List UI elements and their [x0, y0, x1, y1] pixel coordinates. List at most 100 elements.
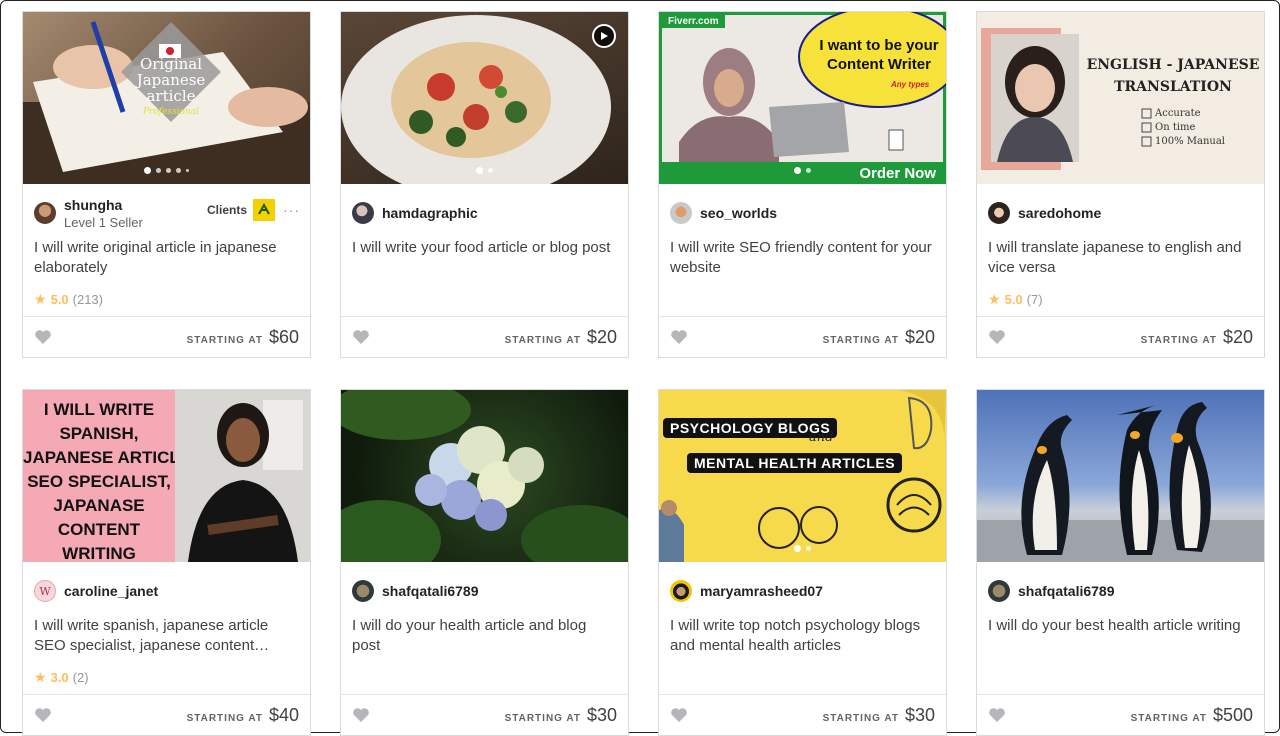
price[interactable]: STARTING AT $30 — [505, 705, 617, 726]
card-footer: STARTING AT $30 — [341, 694, 628, 735]
price[interactable]: STARTING AT $30 — [823, 705, 935, 726]
starting-at-label: STARTING AT — [1140, 334, 1217, 346]
seller-info: shafqatali6789 — [988, 573, 1254, 609]
clients-label: Clients — [206, 203, 247, 217]
seller-name[interactable]: shafqatali6789 — [1018, 583, 1115, 599]
gig-card[interactable]: I WILL WRITE SPANISH, JAPANESE ARTICLE S… — [22, 389, 311, 736]
carousel-dots[interactable] — [341, 167, 628, 174]
gig-card[interactable]: hamdagraphic I will write your food arti… — [340, 11, 629, 358]
seller-info: shungha Level 1 Seller Clients ··· — [34, 195, 300, 231]
heart-icon[interactable] — [988, 329, 1006, 345]
avatar[interactable] — [670, 580, 692, 602]
seller-info: shafqatali6789 — [352, 573, 618, 609]
thumb-line: I WILL WRITE — [43, 400, 155, 419]
seller-name[interactable]: hamdagraphic — [382, 205, 478, 221]
avatar[interactable] — [988, 202, 1010, 224]
card-footer: STARTING AT $20 — [341, 316, 628, 357]
heart-icon[interactable] — [670, 329, 688, 345]
gig-thumbnail[interactable] — [977, 390, 1264, 562]
heart-icon[interactable] — [988, 707, 1006, 723]
gig-title[interactable]: I will do your health article and blog p… — [352, 616, 618, 656]
rating-count: (213) — [72, 292, 103, 307]
gig-card[interactable]: shafqatali6789 I will do your health art… — [340, 389, 629, 736]
thumb-line: SEO SPECIALIST, — [27, 472, 171, 491]
price-value: $30 — [586, 704, 617, 725]
starting-at-label: STARTING AT — [822, 712, 899, 724]
price-value: $20 — [1222, 326, 1253, 347]
avatar[interactable] — [670, 202, 692, 224]
gig-title[interactable]: I will write top notch psychology blogs … — [670, 616, 936, 656]
gig-thumbnail[interactable]: ENGLISH - JAPANESE TRANSLATION Accurate … — [977, 12, 1264, 184]
carousel-dots[interactable] — [23, 167, 310, 174]
more-options-icon[interactable]: ··· — [283, 202, 300, 218]
price-value: $40 — [268, 704, 299, 725]
price[interactable]: STARTING AT $20 — [823, 327, 935, 348]
gig-thumbnail[interactable]: Original Japanese article Professional — [23, 12, 310, 184]
gig-title[interactable]: I will write SEO friendly content for yo… — [670, 238, 936, 278]
avatar[interactable] — [352, 580, 374, 602]
gig-card[interactable]: ENGLISH - JAPANESE TRANSLATION Accurate … — [976, 11, 1265, 358]
gig-title[interactable]: I will write your food article or blog p… — [352, 238, 618, 258]
gig-grid: Original Japanese article Professional s… — [22, 11, 1265, 736]
heart-icon[interactable] — [34, 707, 52, 723]
avatar[interactable] — [34, 202, 56, 224]
gig-thumbnail[interactable] — [341, 390, 628, 562]
heart-icon[interactable] — [670, 707, 688, 723]
gig-card[interactable]: Original Japanese article Professional s… — [22, 11, 311, 358]
starting-at-label: STARTING AT — [1130, 712, 1207, 724]
gig-thumbnail[interactable]: PSYCHOLOGY BLOGS and MENTAL HEALTH ARTIC… — [659, 390, 946, 562]
heart-icon[interactable] — [352, 329, 370, 345]
thumb-line: JAPANASE — [53, 496, 145, 515]
gig-title[interactable]: I will do your best health article writi… — [988, 616, 1254, 636]
seller-info: W caroline_janet — [34, 573, 300, 609]
heart-icon[interactable] — [352, 707, 370, 723]
price[interactable]: STARTING AT $60 — [187, 327, 299, 348]
play-video-icon[interactable] — [592, 24, 616, 48]
seller-name[interactable]: caroline_janet — [64, 583, 158, 599]
thumb-badge: Professional — [142, 107, 199, 117]
gig-thumbnail[interactable]: I WILL WRITE SPANISH, JAPANESE ARTICLE S… — [23, 390, 310, 562]
carousel-dots[interactable] — [659, 167, 946, 174]
star-icon: ★ — [988, 291, 1001, 307]
seller-name[interactable]: saredohome — [1018, 205, 1101, 221]
gig-thumbnail[interactable] — [341, 12, 628, 184]
starting-at-label: STARTING AT — [186, 334, 263, 346]
price[interactable]: STARTING AT $40 — [187, 705, 299, 726]
avatar[interactable] — [988, 580, 1010, 602]
avatar[interactable]: W — [34, 580, 56, 602]
price-value: $500 — [1212, 704, 1253, 725]
thumb-line: JAPANESE ARTICLE — [23, 448, 175, 467]
seller-name[interactable]: shafqatali6789 — [382, 583, 479, 599]
gig-card[interactable]: Fiverr.com I want to be your Content Wri… — [658, 11, 947, 358]
price[interactable]: STARTING AT $500 — [1131, 705, 1253, 726]
thumb-line1: Original — [139, 55, 203, 73]
gig-thumbnail[interactable]: Fiverr.com I want to be your Content Wri… — [659, 12, 946, 184]
thumb-line: SPANISH, — [59, 424, 139, 443]
brand-label: Fiverr.com — [662, 15, 725, 28]
card-footer: STARTING AT $20 — [659, 316, 946, 357]
thumb-sub: Any types — [891, 80, 930, 89]
card-footer: STARTING AT $20 — [977, 316, 1264, 357]
avatar[interactable] — [352, 202, 374, 224]
gig-card[interactable]: shafqatali6789 I will do your best healt… — [976, 389, 1265, 736]
gig-card[interactable]: PSYCHOLOGY BLOGS and MENTAL HEALTH ARTIC… — [658, 389, 947, 736]
gig-title[interactable]: I will write original article in japanes… — [34, 238, 300, 278]
gig-title[interactable]: I will translate japanese to english and… — [988, 238, 1254, 278]
starting-at-label: STARTING AT — [504, 712, 581, 724]
price[interactable]: STARTING AT $20 — [1141, 327, 1253, 348]
thumb-headline1: I want to be your — [819, 37, 939, 54]
seller-name[interactable]: maryamrasheed07 — [700, 583, 823, 599]
seller-info: seo_worlds — [670, 195, 936, 231]
heart-icon[interactable] — [34, 329, 52, 345]
avatar-letter: W — [39, 584, 51, 598]
rating: ★ 3.0 (2) — [34, 669, 89, 686]
seller-name[interactable]: seo_worlds — [700, 205, 777, 221]
gig-title[interactable]: I will write spanish, japanese article S… — [34, 616, 300, 656]
thumbnail-illustration — [659, 390, 946, 562]
rating-score: 5.0 — [50, 292, 69, 307]
price[interactable]: STARTING AT $20 — [505, 327, 617, 348]
client-logo-icon[interactable] — [253, 199, 275, 221]
rating-score: 5.0 — [1004, 292, 1023, 307]
carousel-dots[interactable] — [659, 545, 946, 552]
seller-name[interactable]: shungha — [64, 197, 143, 213]
